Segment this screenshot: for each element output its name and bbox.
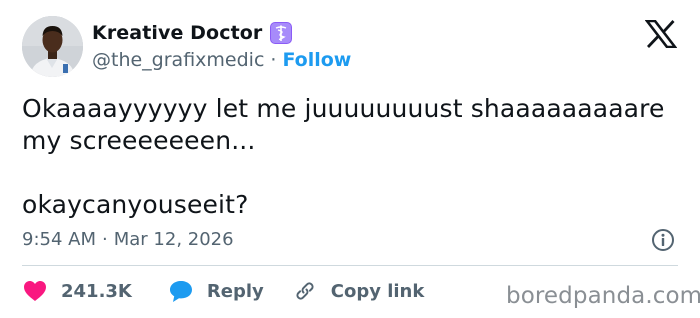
follow-button[interactable]: Follow: [282, 49, 351, 71]
like-button[interactable]: 241.3K: [22, 278, 132, 304]
tweet-time: 9:54 AM: [22, 228, 96, 250]
copy-link-label: Copy link: [330, 280, 425, 302]
tweet-text-line: Okaaaayyyyyy let me juuuuuuuust shaaaaaa…: [22, 94, 665, 123]
avatar[interactable]: [22, 16, 83, 77]
separator-dot: ·: [102, 228, 108, 250]
tweet-text-line: okaycanyouseeit?: [22, 190, 249, 219]
tweet-actions: 241.3K Reply Copy link: [22, 277, 452, 305]
x-logo-icon[interactable]: [644, 19, 678, 49]
heart-icon: [22, 278, 48, 304]
author-handle[interactable]: @the_grafixmedic: [92, 49, 264, 71]
medical-caduceus-icon: [270, 22, 293, 44]
author-handle-row: @the_grafixmedic · Follow: [92, 48, 351, 72]
divider: [22, 265, 678, 266]
reply-button[interactable]: Reply: [168, 278, 264, 304]
info-icon[interactable]: [651, 228, 675, 252]
like-count: 241.3K: [61, 280, 132, 302]
reply-bubble-icon: [168, 278, 194, 304]
tweet-text-line: my screeeeeeen...: [22, 126, 256, 155]
author-display-name[interactable]: Kreative Doctor: [92, 22, 262, 44]
copy-link-button[interactable]: Copy link: [292, 278, 425, 304]
author-name-row: Kreative Doctor: [92, 20, 293, 46]
source-watermark: boredpanda.com: [506, 283, 700, 309]
tweet-card: Kreative Doctor @the_grafixmedic · Follo…: [0, 0, 700, 318]
tweet-date: Mar 12, 2026: [113, 228, 234, 250]
link-icon: [292, 278, 318, 304]
tweet-timestamp[interactable]: 9:54 AM · Mar 12, 2026: [22, 227, 234, 251]
separator-dot: ·: [270, 49, 277, 71]
reply-label: Reply: [206, 280, 264, 302]
tweet-body: Okaaaayyyyyy let me juuuuuuuust shaaaaaa…: [22, 93, 682, 221]
